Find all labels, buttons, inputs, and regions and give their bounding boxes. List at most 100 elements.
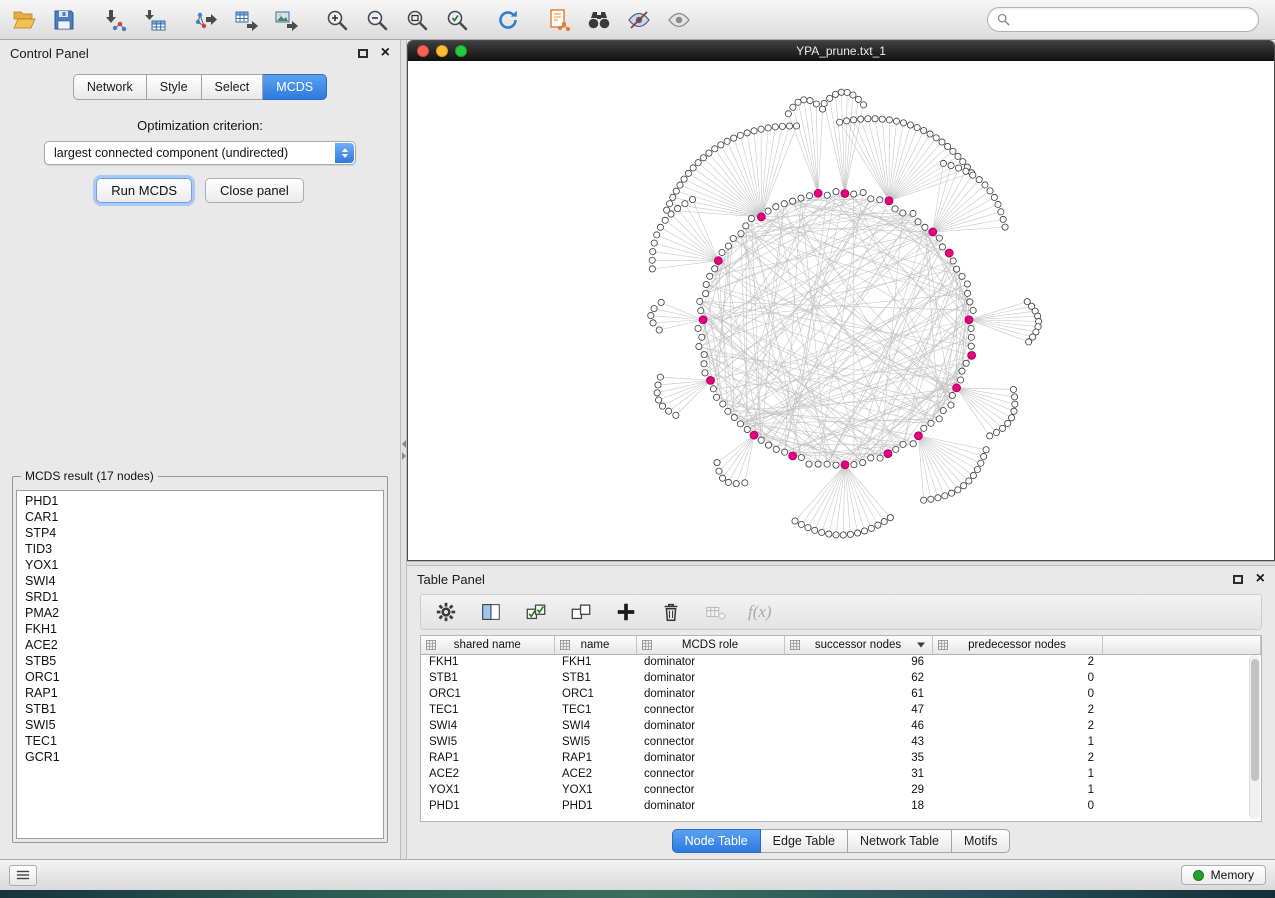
save-session-button[interactable] <box>50 6 77 33</box>
close-panel-icon[interactable]: × <box>381 45 390 61</box>
import-network-button[interactable] <box>101 6 128 33</box>
zoom-in-button[interactable] <box>323 6 350 33</box>
import-table-button[interactable] <box>141 6 168 33</box>
search-network-button[interactable] <box>585 6 612 33</box>
delete-column-button[interactable] <box>658 599 684 625</box>
table-row[interactable]: SWI4 SWI4 dominator 46 2 <box>421 718 1261 734</box>
mcds-result-item[interactable]: YOX1 <box>17 557 383 573</box>
refresh-button[interactable] <box>494 6 521 33</box>
mcds-result-list[interactable]: PHD1CAR1STP4TID3YOX1SWI4SRD1PMA2FKH1ACE2… <box>16 490 384 839</box>
deselect-all-button[interactable] <box>568 599 594 625</box>
table-row[interactable]: PHD1 PHD1 dominator 18 0 <box>421 798 1261 814</box>
control-panel: Control Panel × Network Style Select MCD… <box>0 40 400 859</box>
tab-network-table[interactable]: Network Table <box>848 829 952 853</box>
mcds-result-item[interactable]: TEC1 <box>17 733 383 749</box>
table-row[interactable]: YOX1 YOX1 connector 29 1 <box>421 782 1261 798</box>
tab-mcds[interactable]: MCDS <box>263 74 327 100</box>
tab-motifs[interactable]: Motifs <box>952 829 1010 853</box>
list-icon <box>14 868 32 882</box>
float-panel-icon[interactable] <box>358 49 368 58</box>
mcds-result-item[interactable]: GCR1 <box>17 749 383 765</box>
clear-table-button[interactable] <box>703 599 729 625</box>
mcds-result-item[interactable]: STB5 <box>17 653 383 669</box>
memory-button[interactable]: Memory <box>1181 865 1266 885</box>
cell-predecessor-nodes: 2 <box>932 702 1102 718</box>
cell-shared-name: SWI5 <box>421 734 554 750</box>
column-header-name[interactable]: name <box>554 636 636 654</box>
maximize-window-icon[interactable] <box>455 45 467 57</box>
mcds-result-item[interactable]: PHD1 <box>17 493 383 509</box>
column-header-shared-name[interactable]: shared name <box>421 636 554 654</box>
mcds-result-item[interactable]: ACE2 <box>17 637 383 653</box>
network-window-titlebar[interactable]: YPA_prune.txt_1 <box>408 41 1274 61</box>
function-builder-button[interactable]: f(x) <box>748 602 772 622</box>
table-scrollbar[interactable] <box>1249 655 1260 819</box>
mcds-result-item[interactable]: STB1 <box>17 701 383 717</box>
plus-icon <box>615 601 637 623</box>
open-session-button[interactable] <box>10 6 37 33</box>
mcds-result-item[interactable]: STP4 <box>17 525 383 541</box>
network-canvas-svg[interactable] <box>408 61 1274 560</box>
hide-graphics-details-button[interactable] <box>625 6 652 33</box>
column-header-successor-nodes[interactable]: successor nodes <box>784 636 932 654</box>
search-input[interactable] <box>1016 13 1249 27</box>
table-row[interactable]: STB1 STB1 dominator 62 0 <box>421 670 1261 686</box>
tab-select[interactable]: Select <box>202 74 264 100</box>
export-image-button[interactable] <box>272 6 299 33</box>
collapse-right-icon[interactable] <box>402 452 406 460</box>
export-table-button[interactable] <box>232 6 259 33</box>
minimize-window-icon[interactable] <box>436 45 448 57</box>
table-row[interactable]: ORC1 ORC1 dominator 61 0 <box>421 686 1261 702</box>
column-header-mcds-role[interactable]: MCDS role <box>636 636 784 654</box>
mcds-result-item[interactable]: ORC1 <box>17 669 383 685</box>
mcds-result-item[interactable]: RAP1 <box>17 685 383 701</box>
close-table-panel-icon[interactable]: × <box>1256 571 1265 587</box>
table-row[interactable]: FKH1 FKH1 dominator 96 2 <box>421 654 1261 670</box>
cell-successor-nodes: 43 <box>784 734 932 750</box>
tab-node-table[interactable]: Node Table <box>672 829 761 853</box>
close-window-icon[interactable] <box>417 45 429 57</box>
zoom-out-button[interactable] <box>363 6 390 33</box>
select-all-button[interactable] <box>523 599 549 625</box>
mcds-result-item[interactable]: TID3 <box>17 541 383 557</box>
toolbar-search[interactable] <box>987 7 1259 32</box>
panel-menu-button[interactable] <box>9 865 37 886</box>
tab-edge-table[interactable]: Edge Table <box>761 829 848 853</box>
export-network-button[interactable] <box>192 6 219 33</box>
tab-network[interactable]: Network <box>73 74 147 100</box>
mcds-result-item[interactable]: SWI5 <box>17 717 383 733</box>
run-mcds-button[interactable]: Run MCDS <box>96 178 192 203</box>
cell-mcds-role: dominator <box>636 750 784 766</box>
open-folder-icon <box>12 8 36 32</box>
table-row[interactable]: SWI5 SWI5 connector 43 1 <box>421 734 1261 750</box>
cell-name: YOX1 <box>554 782 636 798</box>
float-table-panel-icon[interactable] <box>1233 575 1243 584</box>
table-row[interactable]: RAP1 RAP1 dominator 35 2 <box>421 750 1261 766</box>
collapse-left-icon[interactable] <box>402 440 406 448</box>
cell-successor-nodes: 35 <box>784 750 932 766</box>
optimization-criterion-select[interactable]: largest connected component (undirected) <box>44 141 356 165</box>
vertical-splitter[interactable] <box>400 40 407 859</box>
bird-eye-view-button[interactable] <box>665 6 692 33</box>
mcds-result-item[interactable]: SWI4 <box>17 573 383 589</box>
mcds-result-item[interactable]: CAR1 <box>17 509 383 525</box>
zoom-fit-button[interactable] <box>403 6 430 33</box>
cell-name: ACE2 <box>554 766 636 782</box>
zoom-selected-button[interactable] <box>443 6 470 33</box>
export-group <box>192 6 299 33</box>
table-settings-button[interactable] <box>433 599 459 625</box>
table-row[interactable]: ACE2 ACE2 connector 31 1 <box>421 766 1261 782</box>
table-row[interactable]: TEC1 TEC1 connector 47 2 <box>421 702 1261 718</box>
mcds-result-item[interactable]: FKH1 <box>17 621 383 637</box>
column-header-predecessor-nodes[interactable]: predecessor nodes <box>932 636 1102 654</box>
close-panel-button[interactable]: Close panel <box>205 178 304 203</box>
mcds-result-item[interactable]: SRD1 <box>17 589 383 605</box>
table-scrollbar-thumb[interactable] <box>1251 659 1259 781</box>
add-column-button[interactable] <box>613 599 639 625</box>
tab-style[interactable]: Style <box>147 74 202 100</box>
splitter-collapse-arrows[interactable] <box>401 440 406 460</box>
mcds-result-item[interactable]: PMA2 <box>17 605 383 621</box>
network-canvas[interactable] <box>408 61 1274 560</box>
show-columns-button[interactable] <box>478 599 504 625</box>
network-from-clipboard-button[interactable] <box>545 6 572 33</box>
